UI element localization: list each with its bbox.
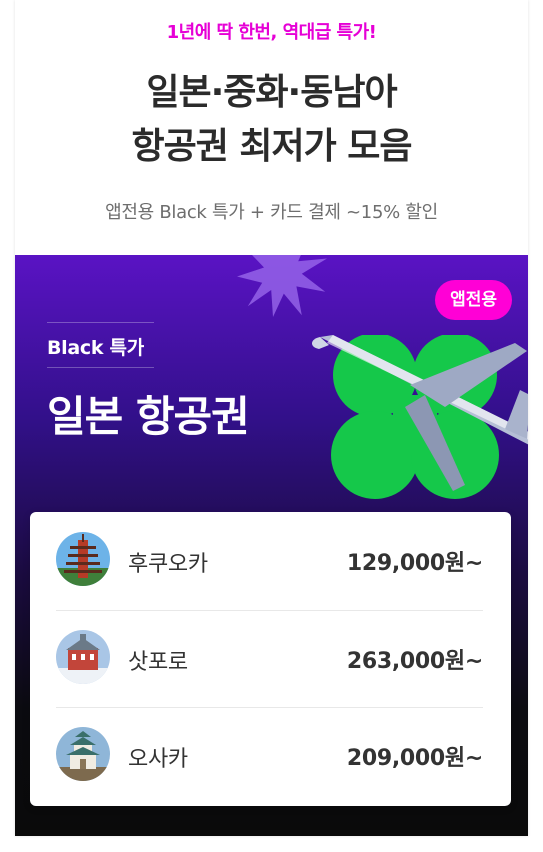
flight-price-list: 후쿠오카 129,000원~ 삿포로 263,000원~ 오사카 209,000… [30, 512, 511, 806]
airplane-clover-art [311, 335, 528, 499]
sapporo-thumbnail-icon [56, 630, 110, 684]
price-label: 209,000원~ [346, 746, 483, 771]
label-divider-top [47, 322, 154, 323]
price-label: 263,000원~ [346, 649, 483, 674]
starburst-icon [237, 255, 327, 317]
flight-row-sapporo[interactable]: 삿포로 263,000원~ [56, 610, 483, 704]
label-divider-bottom [47, 367, 154, 368]
flight-row-osaka[interactable]: 오사카 209,000원~ [56, 707, 483, 801]
title-line-1: 일본·중화·동남아 [146, 72, 397, 113]
black-deal-label: Black 특가 [47, 337, 144, 359]
osaka-thumbnail-icon [56, 727, 110, 781]
banner-title: 일본 항공권 [47, 392, 250, 441]
page-title: 일본·중화·동남아 항공권 최저가 모음 [15, 66, 528, 174]
city-name: 삿포로 [128, 650, 188, 675]
city-name: 오사카 [128, 747, 188, 772]
promo-page: 1년에 딱 한번, 역대급 특가! 일본·중화·동남아 항공권 최저가 모음 앱… [15, 0, 528, 836]
kicker-text: 1년에 딱 한번, 역대급 특가! [166, 22, 377, 43]
fukuoka-thumbnail-icon [56, 532, 110, 586]
title-line-2: 항공권 최저가 모음 [131, 126, 412, 167]
app-only-badge: 앱전용 [435, 280, 512, 320]
japan-flight-banner[interactable]: 앱전용 Black 특가 일본 항공권 후쿠오카 129,000원~ 삿포로 2… [15, 255, 528, 836]
flight-row-fukuoka[interactable]: 후쿠오카 129,000원~ [56, 512, 483, 606]
price-label: 129,000원~ [346, 551, 483, 576]
subtitle: 앱전용 Black 특가 + 카드 결제 ~15% 할인 [105, 202, 438, 223]
city-name: 후쿠오카 [128, 552, 208, 577]
